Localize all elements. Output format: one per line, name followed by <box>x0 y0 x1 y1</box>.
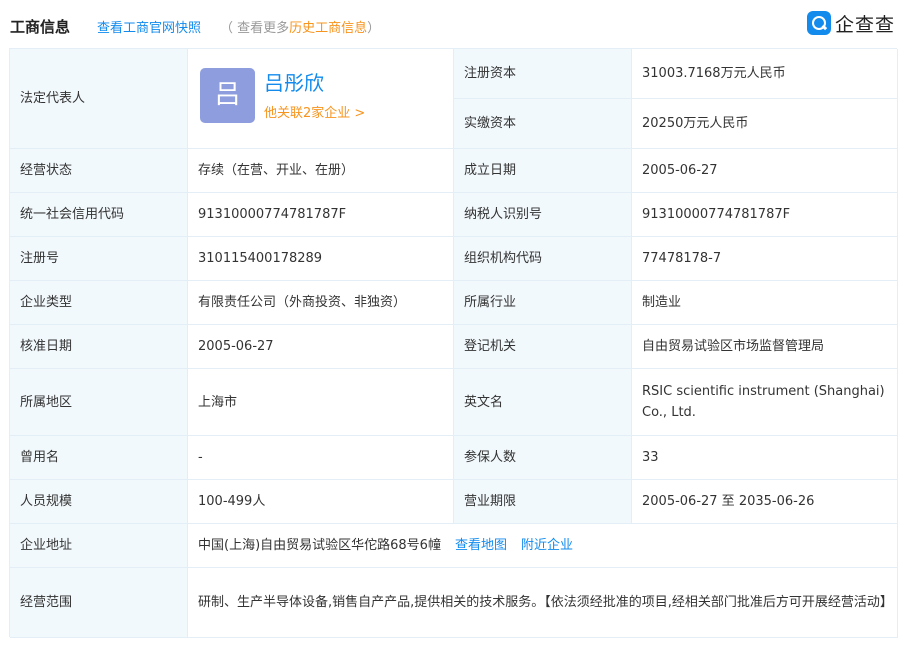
value-company-type: 有限责任公司（外商投资、非独资） <box>188 281 454 325</box>
avatar: 吕 <box>200 68 255 123</box>
value-former-name: - <box>188 436 454 480</box>
label-term: 营业期限 <box>454 480 632 524</box>
value-region: 上海市 <box>188 369 454 436</box>
value-reg-capital: 31003.7168万元人民币 <box>632 49 898 99</box>
value-status: 存续（在营、开业、在册） <box>188 149 454 193</box>
value-org-code: 77478178-7 <box>632 237 898 281</box>
label-former-name: 曾用名 <box>10 436 188 480</box>
label-reg-no: 注册号 <box>10 237 188 281</box>
legal-rep-card: 吕 吕彤欣 他关联2家企业 > <box>188 49 454 149</box>
legal-rep-associated-link[interactable]: 他关联2家企业 > <box>264 103 365 124</box>
business-info-table: 法定代表人 吕 吕彤欣 他关联2家企业 > 注册资本 31003.7168万元人… <box>9 48 898 638</box>
value-term: 2005-06-27 至 2035-06-26 <box>632 480 898 524</box>
view-map-link[interactable]: 查看地图 <box>455 535 507 556</box>
value-industry: 制造业 <box>632 281 898 325</box>
label-english-name: 英文名 <box>454 369 632 436</box>
value-paid-capital: 20250万元人民币 <box>632 99 898 149</box>
section-header: 工商信息 查看工商官网快照 （ 查看更多历史工商信息） 企查查 <box>0 0 905 50</box>
label-industry: 所属行业 <box>454 281 632 325</box>
label-status: 经营状态 <box>10 149 188 193</box>
value-approved: 2005-06-27 <box>188 325 454 369</box>
value-credit-code: 91310000774781787F <box>188 193 454 237</box>
legal-rep-name[interactable]: 吕彤欣 <box>264 73 324 94</box>
value-address: 中国(上海)自由贸易试验区华佗路68号6幢 <box>198 538 441 553</box>
address-cell: 中国(上海)自由贸易试验区华佗路68号6幢 查看地图 附近企业 <box>188 524 898 568</box>
value-reg-no: 310115400178289 <box>188 237 454 281</box>
value-scope: 研制、生产半导体设备,销售自产产品,提供相关的技术服务。【依法须经批准的项目,经… <box>188 568 898 638</box>
value-authority: 自由贸易试验区市场监督管理局 <box>632 325 898 369</box>
value-insured: 33 <box>632 436 898 480</box>
history-more: （ 查看更多历史工商信息） <box>220 17 380 36</box>
nearby-companies-link[interactable]: 附近企业 <box>521 535 573 556</box>
history-link[interactable]: 历史工商信息 <box>289 21 367 36</box>
label-region: 所属地区 <box>10 369 188 436</box>
label-insured: 参保人数 <box>454 436 632 480</box>
history-more-suffix: ） <box>367 21 381 36</box>
label-scope: 经营范围 <box>10 568 188 638</box>
label-reg-capital: 注册资本 <box>454 49 632 99</box>
label-founded: 成立日期 <box>454 149 632 193</box>
logo-text: 企查查 <box>835 13 896 36</box>
label-org-code: 组织机构代码 <box>454 237 632 281</box>
snapshot-link[interactable]: 查看工商官网快照 <box>97 17 201 36</box>
label-address: 企业地址 <box>10 524 188 568</box>
value-staff-size: 100-499人 <box>188 480 454 524</box>
label-legal-rep: 法定代表人 <box>10 49 188 149</box>
qichacha-logo-icon <box>807 11 831 35</box>
label-credit-code: 统一社会信用代码 <box>10 193 188 237</box>
value-taxpayer-id: 91310000774781787F <box>632 193 898 237</box>
label-paid-capital: 实缴资本 <box>454 99 632 149</box>
history-more-prefix: （ 查看更多 <box>220 21 290 36</box>
label-taxpayer-id: 纳税人识别号 <box>454 193 632 237</box>
value-founded: 2005-06-27 <box>632 149 898 193</box>
qichacha-logo: 企查查 <box>807 8 895 38</box>
value-english-name: RSIC scientific instrument (Shanghai) Co… <box>632 369 898 436</box>
section-title: 工商信息 <box>10 18 71 36</box>
label-staff-size: 人员规模 <box>10 480 188 524</box>
label-authority: 登记机关 <box>454 325 632 369</box>
label-approved: 核准日期 <box>10 325 188 369</box>
label-company-type: 企业类型 <box>10 281 188 325</box>
